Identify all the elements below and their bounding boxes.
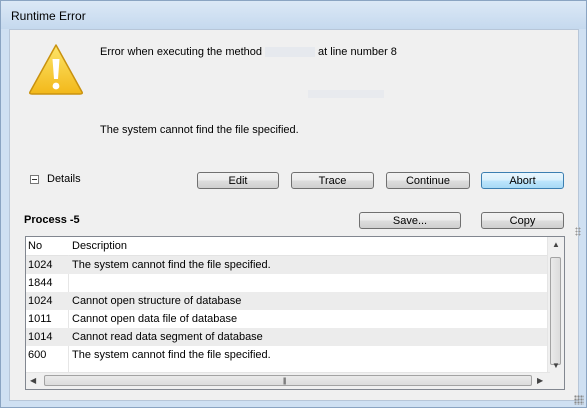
scroll-down-arrow-icon[interactable]: ▼ <box>552 361 560 370</box>
row-description: The system cannot find the file specifie… <box>72 259 271 271</box>
row-number: 600 <box>28 349 47 361</box>
row-number: 1011 <box>28 313 52 325</box>
redacted-method-name <box>265 47 316 58</box>
scroll-left-arrow-icon[interactable]: ◀ <box>30 376 36 385</box>
error-list[interactable]: No Description 1024 The system cannot fi… <box>25 236 565 390</box>
row-number: 1844 <box>28 277 53 289</box>
edit-button[interactable]: Edit <box>197 172 279 189</box>
copy-button[interactable]: Copy <box>481 212 564 229</box>
warning-icon <box>29 44 83 95</box>
details-label: Details <box>47 173 81 185</box>
process-title: Process -5 <box>24 214 80 226</box>
error-message-suffix: at line number 8 <box>318 46 397 58</box>
window-title: Runtime Error <box>11 9 86 23</box>
resize-grip-icon[interactable] <box>574 395 584 405</box>
dialog-body: Error when executing the method at line n… <box>9 29 581 401</box>
list-item[interactable]: 1024 Cannot open structure of database <box>26 292 550 310</box>
row-description: Cannot open structure of database <box>72 295 242 307</box>
row-number: 1014 <box>28 331 53 343</box>
scrollbar-corner <box>548 373 564 389</box>
error-message-line1: Error when executing the method at line n… <box>100 46 397 58</box>
horizontal-scroll-thumb[interactable]: ||| <box>44 375 532 386</box>
row-number: 1024 <box>28 259 53 271</box>
row-number: 1024 <box>28 295 53 307</box>
abort-button[interactable]: Abort <box>481 172 564 189</box>
vertical-scrollbar[interactable]: ▲ ▼ <box>547 237 564 373</box>
details-toggle[interactable]: Details <box>30 173 81 185</box>
list-item[interactable]: 600 The system cannot find the file spec… <box>26 346 550 364</box>
error-message-line2: The system cannot find the file specifie… <box>100 124 299 136</box>
list-header: No Description <box>26 237 550 256</box>
redacted-text <box>308 90 384 98</box>
vertical-scroll-thumb[interactable] <box>550 257 561 365</box>
row-description: Cannot read data segment of database <box>72 331 263 343</box>
scroll-grip-icon: ||| <box>283 378 287 385</box>
list-item[interactable]: 1024 The system cannot find the file spe… <box>26 256 550 274</box>
scroll-right-arrow-icon[interactable]: ▶ <box>537 376 543 385</box>
list-item[interactable]: 1014 Cannot read data segment of databas… <box>26 328 550 346</box>
list-item[interactable]: 1011 Cannot open data file of database <box>26 310 550 328</box>
title-bar[interactable]: Runtime Error <box>1 1 586 29</box>
runtime-error-window: Runtime Error Error when executing the m… <box>0 0 587 408</box>
save-button[interactable]: Save... <box>359 212 461 229</box>
continue-button[interactable]: Continue <box>386 172 470 189</box>
column-header-description[interactable]: Description <box>72 240 127 252</box>
row-description: Cannot open data file of database <box>72 313 238 325</box>
row-description: The system cannot find the file specifie… <box>72 349 271 361</box>
error-message-prefix: Error when executing the method <box>100 46 263 58</box>
trace-button[interactable]: Trace <box>291 172 374 189</box>
horizontal-scrollbar[interactable]: ◀ ||| ▶ <box>26 372 550 389</box>
scroll-up-arrow-icon[interactable]: ▲ <box>552 240 560 249</box>
column-header-no[interactable]: No <box>28 240 42 252</box>
list-item[interactable]: 1844 <box>26 274 550 292</box>
splitter-grip[interactable] <box>575 227 581 236</box>
collapse-minus-icon[interactable] <box>30 174 39 184</box>
